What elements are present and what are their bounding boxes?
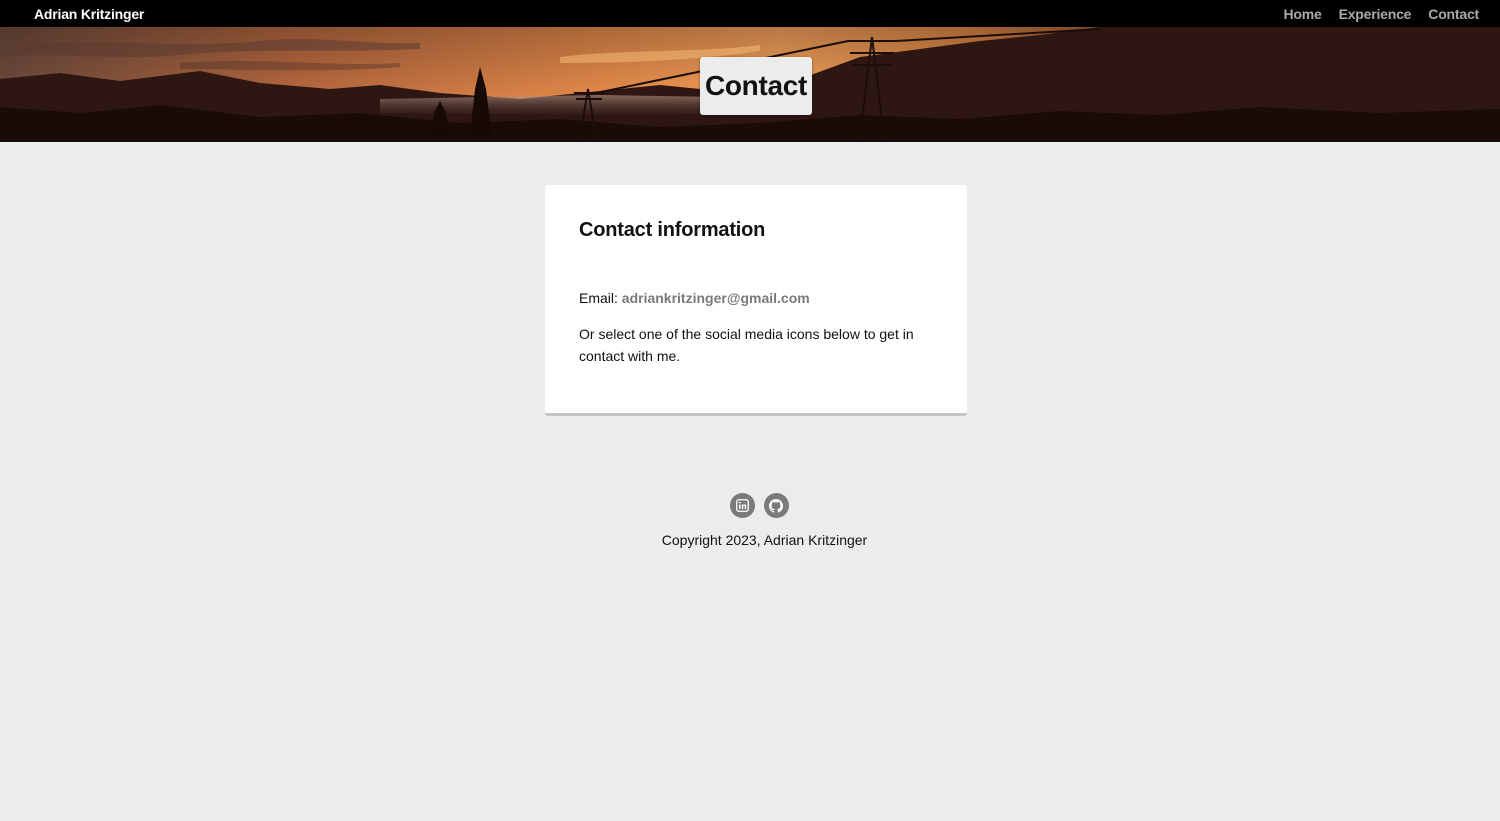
linkedin-icon[interactable]	[729, 493, 755, 518]
nav-link-home[interactable]: Home	[1283, 6, 1321, 22]
email-label: Email:	[579, 290, 618, 306]
email-link[interactable]: adriankritzinger@gmail.com	[622, 290, 810, 306]
nav-link-contact[interactable]: Contact	[1428, 6, 1479, 22]
copyright-text: Copyright 2023, Adrian Kritzinger	[661, 532, 868, 548]
page-title: Contact	[700, 57, 812, 115]
contact-card: Contact information Email: adriankritzin…	[545, 185, 967, 416]
email-row: Email: adriankritzinger@gmail.com	[579, 288, 933, 308]
social-icons	[18, 493, 1500, 518]
card-heading: Contact information	[579, 219, 766, 241]
nav-link-experience[interactable]: Experience	[1339, 6, 1412, 22]
nav-links: Home Experience Contact	[1283, 6, 1479, 22]
footer: Copyright 2023, Adrian Kritzinger	[0, 493, 1500, 548]
contact-description: Or select one of the social media icons …	[579, 326, 914, 364]
github-icon[interactable]	[763, 493, 789, 518]
hero-banner: Contact	[0, 27, 1500, 142]
top-navbar: Adrian Kritzinger Home Experience Contac…	[0, 0, 1500, 27]
brand-link[interactable]: Adrian Kritzinger	[34, 6, 144, 22]
